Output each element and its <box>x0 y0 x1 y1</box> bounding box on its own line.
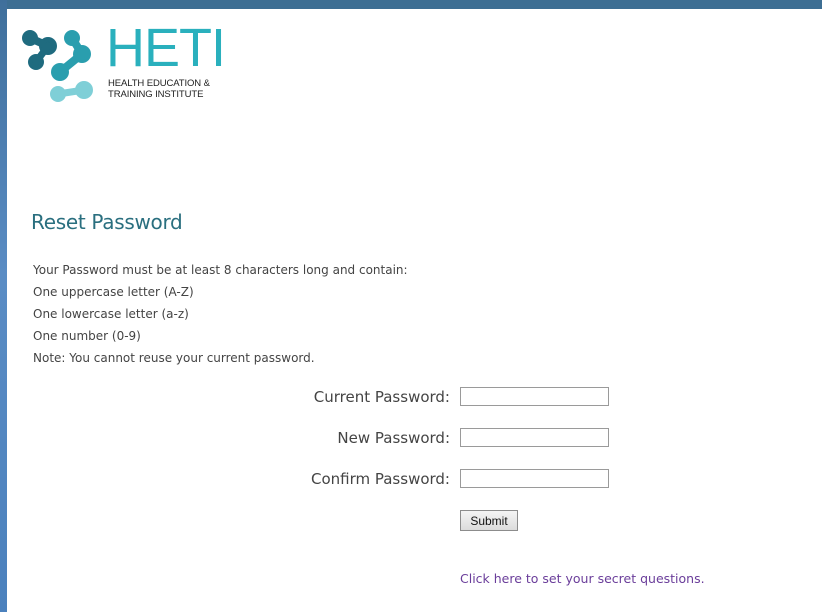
left-border-bar <box>0 0 7 612</box>
current-password-row: Current Password: <box>0 386 822 408</box>
current-password-input[interactable] <box>460 387 609 406</box>
logo-wordmark: HETI <box>106 18 226 78</box>
confirm-password-row: Confirm Password: <box>0 468 822 490</box>
secret-questions-link[interactable]: Click here to set your secret questions. <box>460 571 705 586</box>
new-password-label: New Password: <box>337 429 450 447</box>
heti-logo: HETI HEALTH EDUCATION & TRAINING INSTITU… <box>20 18 226 106</box>
new-password-row: New Password: <box>0 427 822 449</box>
page-title: Reset Password <box>31 210 183 234</box>
rule-line: One uppercase letter (A-Z) <box>33 285 194 299</box>
current-password-label: Current Password: <box>313 388 450 406</box>
password-rules: Your Password must be at least 8 charact… <box>33 259 408 369</box>
confirm-password-label: Confirm Password: <box>310 470 450 488</box>
rule-line: Your Password must be at least 8 charact… <box>33 263 408 277</box>
logo-subtitle-line1: HEALTH EDUCATION & <box>108 78 210 89</box>
rule-line: One lowercase letter (a-z) <box>33 307 189 321</box>
submit-button[interactable]: Submit <box>460 510 518 531</box>
confirm-password-input[interactable] <box>460 469 609 488</box>
new-password-input[interactable] <box>460 428 609 447</box>
logo-subtitle-line2: TRAINING INSTITUTE <box>108 89 204 100</box>
page-frame: HETI HEALTH EDUCATION & TRAINING INSTITU… <box>0 0 822 612</box>
heti-molecule-logo-icon <box>22 30 93 102</box>
top-border-bar <box>7 0 822 9</box>
rule-line: One number (0-9) <box>33 329 141 343</box>
rule-line: Note: You cannot reuse your current pass… <box>33 351 315 365</box>
logo-subtitle: HEALTH EDUCATION & TRAINING INSTITUTE <box>108 78 210 100</box>
